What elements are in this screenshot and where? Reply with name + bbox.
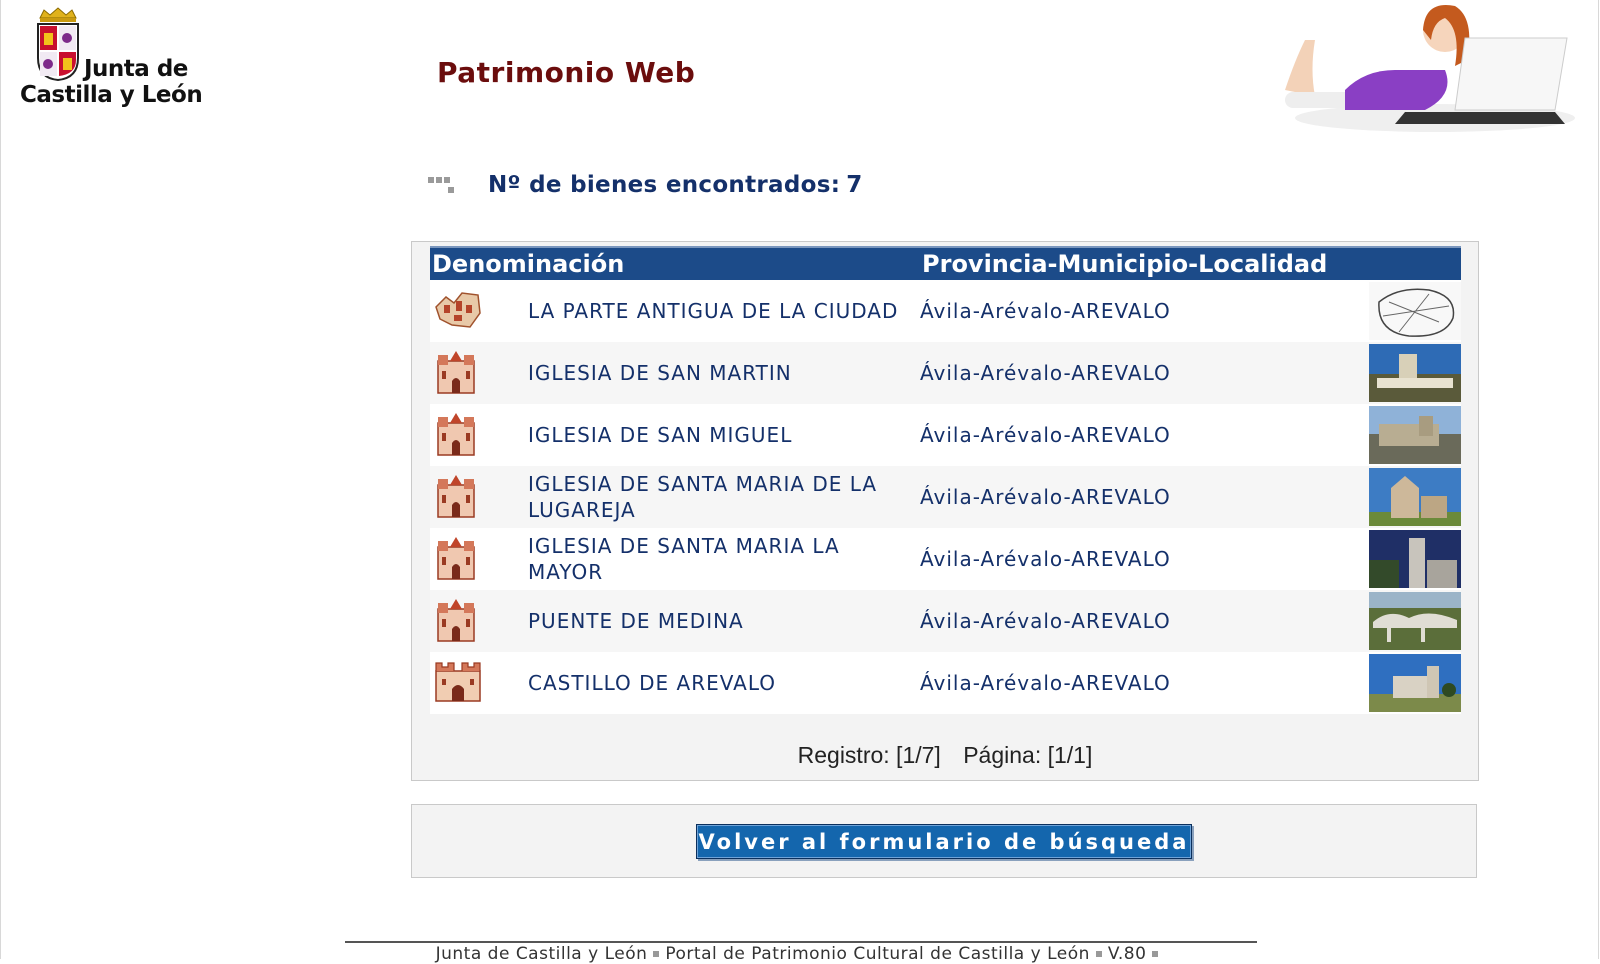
results-count-value: 7 <box>846 172 863 198</box>
result-name[interactable]: PUENTE DE MEDINA <box>528 590 921 652</box>
photo-thumbnail[interactable] <box>1369 406 1462 464</box>
church-icon <box>437 536 475 580</box>
result-location: Ávila-Arévalo-AREVALO <box>920 590 1368 652</box>
result-name[interactable]: IGLESIA DE SAN MARTIN <box>528 342 921 404</box>
result-name[interactable]: IGLESIA DE SANTA MARIA DE LA LUGAREJA <box>528 466 921 528</box>
result-location: Ávila-Arévalo-AREVALO <box>920 280 1368 342</box>
footer-divider <box>345 941 1257 943</box>
back-to-search-button[interactable]: Volver al formulario de búsqueda <box>696 824 1192 859</box>
brand-line-1: Junta de <box>84 56 188 82</box>
back-panel: Volver al formulario de búsqueda <box>411 804 1477 878</box>
results-panel: Denominación Provincia-Municipio-Localid… <box>411 241 1479 781</box>
result-location: Ávila-Arévalo-AREVALO <box>920 652 1368 714</box>
castle-icon <box>435 661 481 702</box>
church-icon <box>437 474 475 518</box>
church-icon <box>437 412 475 456</box>
church-icon <box>437 350 475 394</box>
pagination-info: Registro: [1/7] Página: [1/1] <box>412 742 1478 769</box>
table-row[interactable]: CASTILLO DE AREVALO Ávila-Arévalo-AREVAL… <box>430 652 1462 714</box>
table-row[interactable]: IGLESIA DE SANTA MARIA DE LA LUGAREJA Áv… <box>430 466 1462 528</box>
photo-thumbnail[interactable] <box>1369 530 1462 588</box>
table-row[interactable]: IGLESIA DE SAN MARTIN Ávila-Arévalo-AREV… <box>430 342 1462 404</box>
photo-thumbnail[interactable] <box>1369 468 1462 526</box>
site-title: Patrimonio Web <box>437 56 696 89</box>
junta-logo[interactable]: Junta de Castilla y León <box>18 6 208 116</box>
photo-thumbnail[interactable] <box>1369 592 1462 650</box>
photo-thumbnail[interactable] <box>1369 654 1462 712</box>
footer: Junta de Castilla y León Portal de Patrim… <box>0 944 1600 964</box>
result-name[interactable]: IGLESIA DE SAN MIGUEL <box>528 404 921 466</box>
table-row[interactable]: LA PARTE ANTIGUA DE LA CIUDAD Ávila-Arév… <box>430 280 1462 342</box>
map-thumbnail[interactable] <box>1369 282 1462 340</box>
record-indicator: Registro: [1/7] <box>797 742 941 768</box>
page-indicator: Página: [1/1] <box>963 742 1093 768</box>
result-location: Ávila-Arévalo-AREVALO <box>920 528 1368 590</box>
table-row[interactable]: IGLESIA DE SAN MIGUEL Ávila-Arévalo-AREV… <box>430 404 1462 466</box>
town-icon <box>435 291 481 328</box>
result-location: Ávila-Arévalo-AREVALO <box>920 404 1368 466</box>
column-header-location: Provincia-Municipio-Localidad <box>920 246 1462 280</box>
table-header-row: Denominación Provincia-Municipio-Localid… <box>430 246 1462 280</box>
separator-icon <box>653 951 660 957</box>
results-count: Nº de bienes encontrados: 7 <box>428 172 863 198</box>
result-location: Ávila-Arévalo-AREVALO <box>920 466 1368 528</box>
dots-bullet-icon <box>428 177 454 193</box>
column-header-name: Denominación <box>430 246 921 280</box>
separator-icon <box>1095 951 1102 957</box>
footer-link-junta[interactable]: Junta de Castilla y León <box>436 944 648 964</box>
photo-thumbnail[interactable] <box>1369 344 1462 402</box>
results-table: Denominación Provincia-Municipio-Localid… <box>430 246 1462 714</box>
results-count-label: Nº de bienes encontrados: <box>488 172 841 198</box>
hero-image <box>1285 5 1575 132</box>
result-location: Ávila-Arévalo-AREVALO <box>920 342 1368 404</box>
footer-link-portal[interactable]: Portal de Patrimonio Cultural de Castill… <box>665 944 1090 964</box>
result-name[interactable]: CASTILLO DE AREVALO <box>528 652 921 714</box>
footer-version: V.80 <box>1107 944 1147 964</box>
brand-line-2: Castilla y León <box>20 82 203 108</box>
result-name[interactable]: IGLESIA DE SANTA MARIA LA MAYOR <box>528 528 921 590</box>
separator-icon <box>1152 951 1159 957</box>
result-name[interactable]: LA PARTE ANTIGUA DE LA CIUDAD <box>528 280 921 342</box>
church-icon <box>437 598 475 642</box>
table-row[interactable]: IGLESIA DE SANTA MARIA LA MAYOR Ávila-Ar… <box>430 528 1462 590</box>
table-row[interactable]: PUENTE DE MEDINA Ávila-Arévalo-AREVALO <box>430 590 1462 652</box>
